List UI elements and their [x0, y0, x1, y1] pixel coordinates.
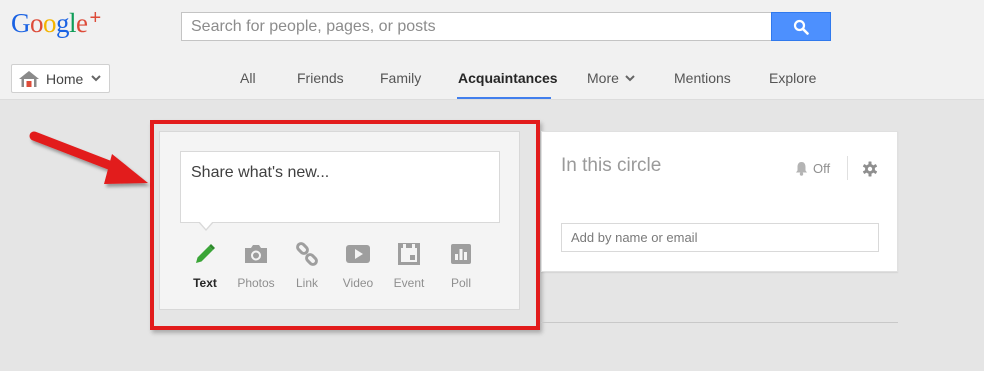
bell-icon — [796, 162, 807, 176]
tab-acquaintances[interactable]: Acquaintances — [458, 70, 558, 86]
search-icon — [793, 19, 809, 35]
home-icon — [19, 70, 39, 87]
logo-letter-e: e — [76, 8, 88, 38]
notifications-toggle[interactable]: Off — [795, 161, 830, 176]
tab-more[interactable]: More — [587, 70, 635, 86]
notifications-status: Off — [813, 161, 831, 176]
gear-icon[interactable] — [862, 161, 878, 177]
circle-title: In this circle — [561, 155, 662, 176]
logo-letter-o2: o — [43, 8, 57, 38]
home-label: Home — [46, 70, 84, 87]
nav-bar: Home All Friends Family Acquaintances Mo… — [0, 56, 984, 100]
card-divider — [847, 156, 848, 180]
home-dropdown[interactable]: Home — [11, 64, 110, 93]
highlight-frame — [150, 120, 540, 330]
tab-friends[interactable]: Friends — [297, 70, 344, 86]
active-tab-underline — [457, 97, 551, 99]
tab-more-label: More — [587, 70, 619, 86]
add-member-input[interactable] — [562, 224, 878, 251]
top-bar: Google + — [0, 0, 984, 56]
tab-family[interactable]: Family — [380, 70, 421, 86]
tab-explore[interactable]: Explore — [769, 70, 816, 86]
search-button[interactable] — [771, 12, 831, 41]
logo-letter-g1: G — [11, 8, 31, 38]
tab-mentions[interactable]: Mentions — [674, 70, 731, 86]
logo-letter-o1: o — [30, 8, 44, 38]
stream-divider — [541, 322, 898, 323]
search-input[interactable] — [182, 13, 772, 40]
logo-plus: + — [89, 7, 102, 29]
chevron-down-icon — [91, 75, 102, 82]
add-member-field — [561, 223, 879, 252]
annotation-arrow-icon — [29, 131, 148, 184]
tab-all[interactable]: All — [240, 70, 256, 86]
search-box — [181, 12, 772, 41]
logo-letter-l: l — [69, 8, 77, 38]
chevron-down-icon — [625, 74, 635, 81]
logo-letter-g2: g — [56, 8, 70, 38]
google-plus-logo[interactable]: Google + — [11, 7, 102, 39]
circle-card: In this circle Off — [541, 131, 898, 272]
